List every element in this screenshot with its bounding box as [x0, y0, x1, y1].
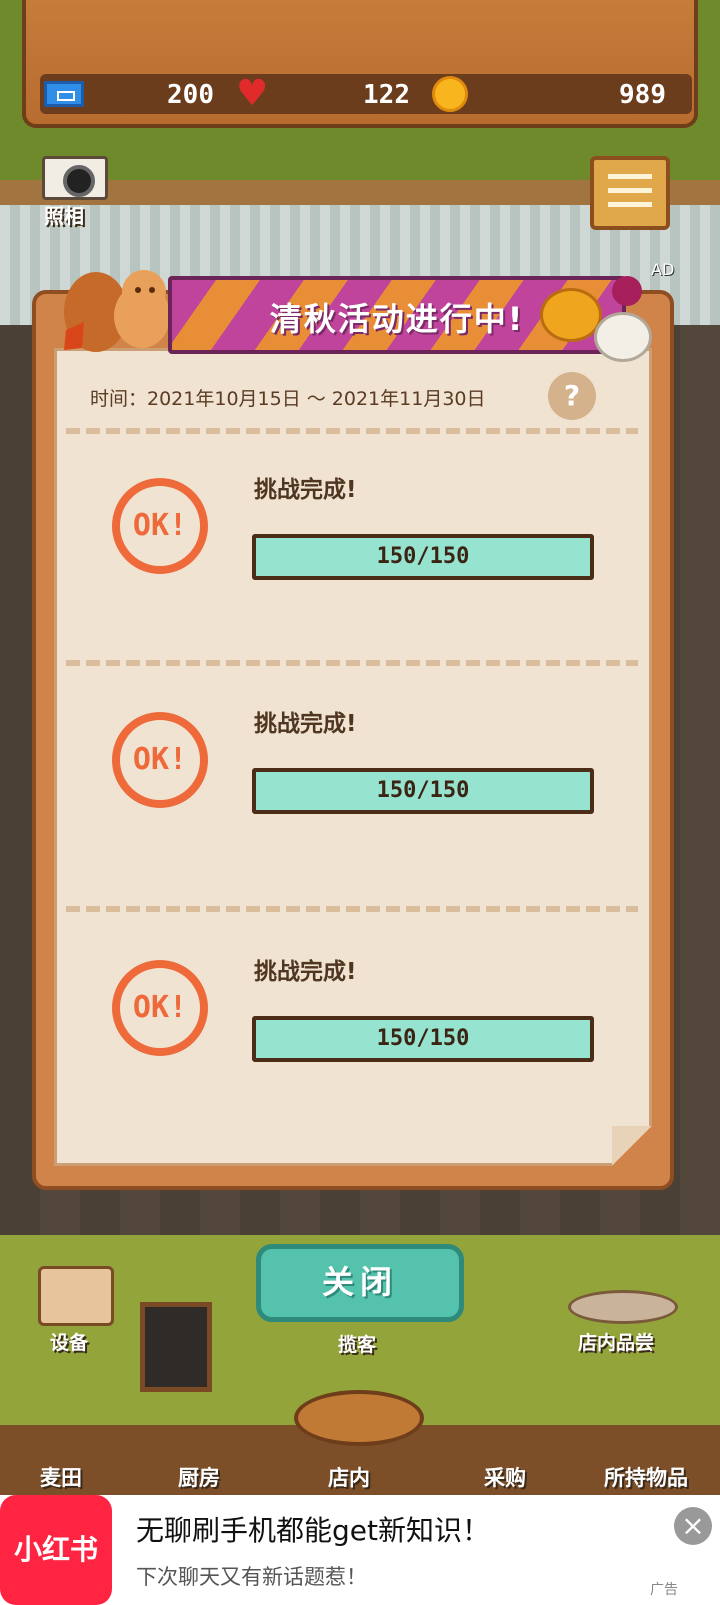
bottom-nav: 麦田 厨房 店内 采购 所持物品 [0, 1456, 720, 1496]
equipment-icon[interactable] [38, 1266, 114, 1326]
ad-title[interactable]: 无聊刷手机都能get新知识！ [136, 1509, 490, 1549]
menu-icon-line [608, 188, 652, 193]
resource-bar: 200 ♥ 122 989 [40, 74, 692, 114]
ticket-counter[interactable]: 200 [40, 74, 220, 114]
coin-counter[interactable]: 989 [432, 74, 672, 114]
nav-item-purchase[interactable]: 采购 [484, 1462, 526, 1492]
coin-value: 989 [619, 80, 666, 110]
ad-banner[interactable]: 小红书 无聊刷手机都能get新知识！ 下次聊天又有新话题惹！ × 广告 [0, 1495, 720, 1605]
menu-icon [608, 174, 652, 179]
menu-icon-line [608, 202, 652, 207]
camera-icon[interactable] [42, 156, 108, 200]
squirrel-eye [135, 287, 141, 293]
nav-item-kitchen[interactable]: 厨房 [178, 1462, 220, 1492]
tasting-icon[interactable] [568, 1290, 678, 1324]
equipment-label[interactable]: 设备 [50, 1328, 88, 1355]
pumpkin-decoration [540, 288, 602, 342]
grapes-decoration [612, 276, 642, 306]
paper-fold [612, 1126, 652, 1166]
challenge-label: 挑战完成! [254, 477, 357, 503]
divider [66, 428, 638, 434]
nav-item-shop[interactable]: 店内 [328, 1462, 370, 1492]
coin-icon [432, 76, 468, 112]
progress-text: 150/150 [376, 778, 470, 803]
challenge-progress-bar: 150/150 [252, 534, 594, 580]
nav-item-inventory[interactable]: 所持物品 [604, 1462, 688, 1492]
progress-text: 150/150 [376, 1026, 470, 1051]
challenge-label: 挑战完成! [254, 959, 357, 985]
ad-subtitle: 下次聊天又有新话题惹！ [136, 1565, 367, 1589]
challenge-item: OK! 挑战完成! 150/150 [0, 959, 720, 1120]
heart-counter[interactable]: ♥ 122 [236, 74, 416, 114]
close-button[interactable]: 关闭 [256, 1244, 464, 1322]
ad-logo: 小红书 [0, 1495, 112, 1605]
challenge-label: 挑战完成! [254, 711, 357, 737]
squirrel-eye [149, 287, 155, 293]
ok-stamp-icon: OK! [112, 960, 208, 1056]
bread-basket [294, 1390, 424, 1446]
challenge-progress-bar: 150/150 [252, 768, 594, 814]
help-button[interactable]: ? [548, 372, 596, 420]
challenge-progress-bar: 150/150 [252, 1016, 594, 1062]
divider [66, 906, 638, 912]
ticket-value: 200 [167, 80, 214, 110]
squirrel-head [122, 270, 166, 314]
progress-text: 150/150 [376, 544, 470, 569]
nav-item-wheat-field[interactable]: 麦田 [40, 1462, 82, 1492]
ad-badge[interactable]: AD [651, 260, 674, 279]
heart-value: 122 [363, 80, 410, 110]
menu-button[interactable] [590, 156, 670, 230]
menu-board [140, 1302, 212, 1392]
event-date-range: 时间：2021年10月15日 ～ 2021年11月30日 [90, 388, 486, 410]
challenge-item: OK! 挑战完成! 150/150 [0, 711, 720, 872]
ok-stamp-icon: OK! [112, 712, 208, 808]
tasting-label[interactable]: 店内品尝 [578, 1328, 654, 1355]
ok-stamp-icon: OK! [112, 478, 208, 574]
resource-panel: 200 ♥ 122 989 [22, 0, 698, 128]
white-pumpkin-decoration [594, 312, 652, 362]
close-icon[interactable]: × [674, 1507, 712, 1545]
challenge-item: OK! 挑战完成! 150/150 [0, 477, 720, 638]
ad-tag: 广告 [650, 1582, 678, 1598]
divider [66, 660, 638, 666]
camera-label[interactable]: 照相 [44, 200, 84, 229]
heart-icon: ♥ [236, 73, 269, 114]
squirrel-mascot [64, 270, 170, 352]
attract-label[interactable]: 揽客 [338, 1330, 376, 1357]
ticket-icon [44, 81, 84, 107]
